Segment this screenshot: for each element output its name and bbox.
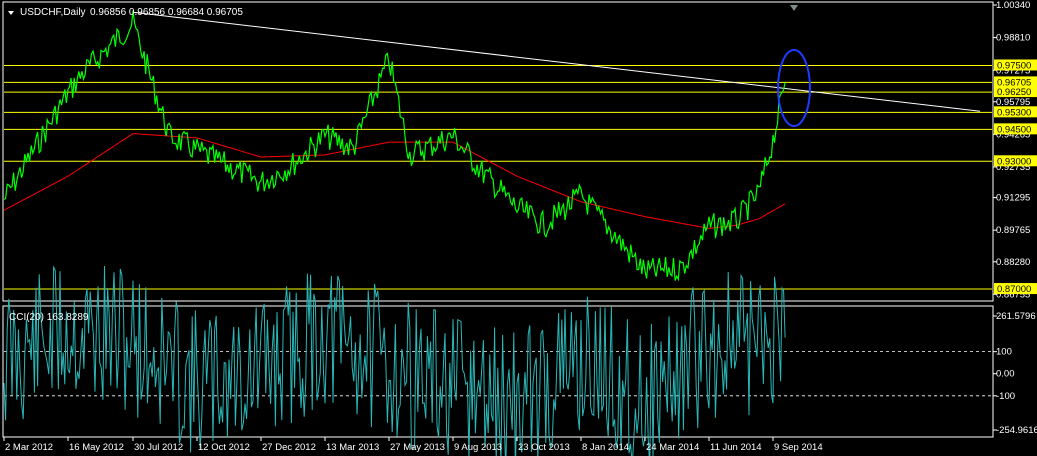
level-label: 0.97500 xyxy=(997,60,1031,71)
level-label: 0.94500 xyxy=(997,124,1031,135)
level-label: 0.96250 xyxy=(997,87,1031,98)
time-tick-label: 27 May 2013 xyxy=(390,442,445,453)
time-tick-label: 11 Jun 2014 xyxy=(710,442,762,453)
level-label: 0.87000 xyxy=(997,284,1031,295)
time-tick-label: 9 Aug 2013 xyxy=(454,442,502,453)
level-label: 0.95300 xyxy=(997,107,1031,118)
chart-canvas: 1.003400.988100.972750.957950.942650.927… xyxy=(0,0,1037,456)
cci-tick-label: -254.9616 xyxy=(996,425,1037,436)
time-tick-label: 12 Oct 2012 xyxy=(198,442,250,453)
cci-label: CCI(20) 163.8289 xyxy=(9,312,89,323)
time-tick-label: 9 Sep 2014 xyxy=(774,442,823,453)
time-tick-label: 8 Jan 2014 xyxy=(582,442,629,453)
price-tick-label: 0.91295 xyxy=(996,193,1030,204)
cci-tick-label: 0.00 xyxy=(996,369,1015,380)
price-tick-label: 0.88280 xyxy=(996,257,1030,268)
price-tick-label: 0.98810 xyxy=(996,33,1030,44)
ohlc-values: 0.96856 0.96856 0.96684 0.96705 xyxy=(90,7,243,18)
time-tick-label: 30 Jul 2012 xyxy=(134,442,183,453)
price-tick-label: 0.89765 xyxy=(996,225,1030,236)
cci-tick-label: 100 xyxy=(996,347,1012,358)
chart-window: 1.00340 0.98810 0.97275 0.95795 0.94265 0.927… xyxy=(0,0,1037,456)
time-tick-label: 27 Dec 2012 xyxy=(262,442,316,453)
time-tick-label: 2 Mar 2012 xyxy=(5,442,53,453)
level-label: 0.93000 xyxy=(997,156,1031,167)
cci-tick-label: 261.5796 xyxy=(996,311,1036,322)
price-tick-label: 1.00340 xyxy=(996,0,1030,11)
time-tick-label: 23 Oct 2013 xyxy=(518,442,570,453)
cci-tick-label: -100 xyxy=(996,391,1015,402)
time-tick-label: 16 May 2012 xyxy=(69,442,124,453)
time-tick-label: 24 Mar 2014 xyxy=(646,442,699,453)
time-tick-label: 13 Mar 2013 xyxy=(326,442,379,453)
price-tick-label: 0.95795 xyxy=(996,97,1030,108)
symbol-label: USDCHF,Daily xyxy=(20,7,86,18)
